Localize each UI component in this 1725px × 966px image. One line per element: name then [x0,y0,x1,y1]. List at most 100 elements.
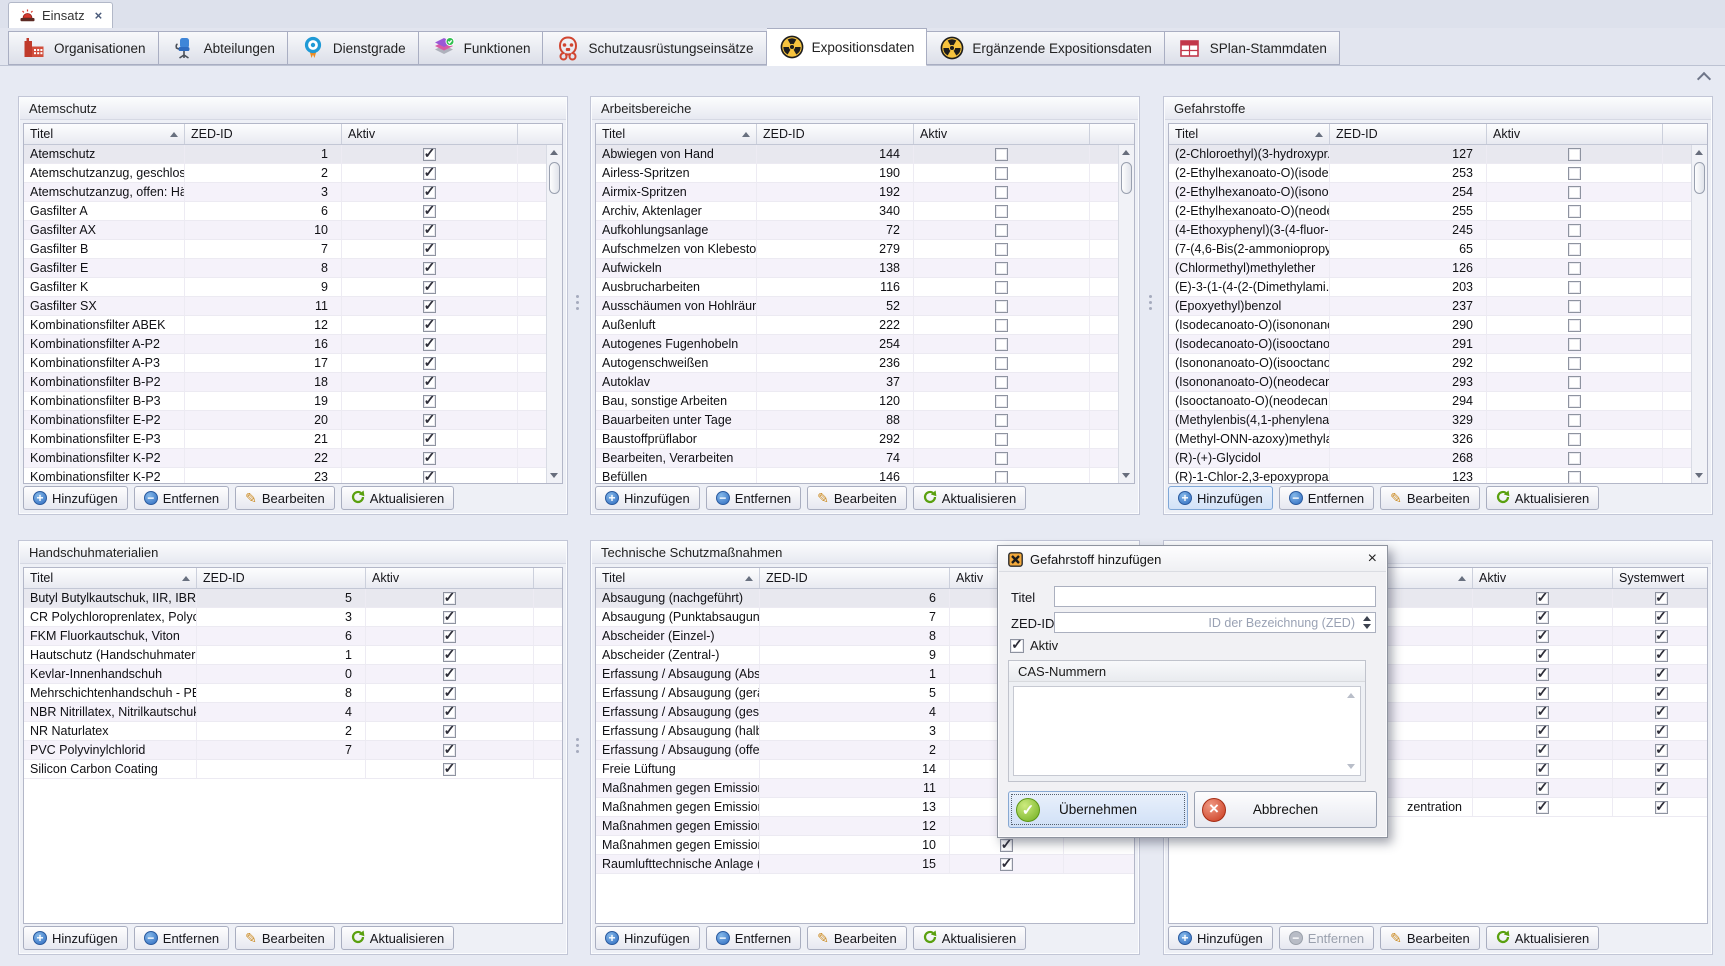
table-row[interactable]: Gasfilter SX11 [24,297,562,316]
table-row[interactable]: Aufschmelzen von Klebestoff279 [596,240,1134,259]
column-header-Aktiv[interactable]: Aktiv [366,568,534,588]
checkbox-checked[interactable] [1655,801,1668,814]
table-row[interactable]: Ausschäumen von Hohlräum...52 [596,297,1134,316]
checkbox[interactable] [1568,300,1581,313]
technische_schutzmassnahmen-remove-button[interactable]: Entfernen [706,926,801,950]
checkbox-checked[interactable] [1536,611,1549,624]
splan_panel-refresh-button[interactable]: Aktualisieren [1486,926,1599,950]
table-row[interactable]: Silicon Carbon Coating [24,760,562,779]
table-row[interactable]: (2-Chloroethyl)(3-hydroxypr...127 [1169,145,1707,164]
close-tab-icon[interactable] [95,8,103,23]
checkbox-checked[interactable] [423,376,436,389]
checkbox-checked[interactable] [443,630,456,643]
tab-funktionen[interactable]: Funktionen [419,31,544,65]
checkbox[interactable] [995,319,1008,332]
table-row[interactable]: Autogenschweißen236 [596,354,1134,373]
checkbox-checked[interactable] [423,319,436,332]
apply-button[interactable]: Übernehmen [1008,791,1188,828]
dialog-close-icon[interactable] [1368,551,1377,567]
checkbox-checked[interactable] [443,706,456,719]
table-row[interactable]: Kombinationsfilter A-P317 [24,354,562,373]
cancel-button[interactable]: Abbrechen [1194,791,1377,828]
checkbox-checked[interactable] [1655,611,1668,624]
table-row[interactable]: (2-Ethylhexanoato-O)(isono...254 [1169,183,1707,202]
checkbox[interactable] [1568,224,1581,237]
vertical-scrollbar[interactable] [1691,145,1707,483]
column-header-Titel[interactable]: Titel [24,124,185,144]
table-row[interactable]: CR Polychloroprenlatex, Polyc...3 [24,608,562,627]
checkbox-checked[interactable] [423,262,436,275]
technische_schutzmassnahmen-edit-button[interactable]: Bearbeiten [807,926,907,950]
column-header-ZED-ID[interactable]: ZED-ID [1330,124,1487,144]
technische_schutzmassnahmen-add-button[interactable]: Hinzufügen [595,926,700,950]
table-row[interactable]: Kevlar-Innenhandschuh0 [24,665,562,684]
checkbox-checked[interactable] [423,224,436,237]
table-row[interactable]: Aufwickeln138 [596,259,1134,278]
column-header-Aktiv[interactable]: Aktiv [342,124,518,144]
gefahrstoffe-refresh-button[interactable]: Aktualisieren [1486,486,1599,510]
table-row[interactable]: Kombinationsfilter E-P220 [24,411,562,430]
table-row[interactable]: Archiv, Aktenlager340 [596,202,1134,221]
table-row[interactable]: Kombinationsfilter A-P216 [24,335,562,354]
table-row[interactable]: Atemschutzanzug, offen: Hä...3 [24,183,562,202]
arbeitsbereiche-edit-button[interactable]: Bearbeiten [807,486,907,510]
tab-schutzausruestungseinsaetze[interactable]: Schutzausrüstungseinsätze [543,31,766,65]
splan_panel-add-button[interactable]: Hinzufügen [1168,926,1273,950]
checkbox[interactable] [1568,338,1581,351]
table-row[interactable]: (E)-3-(1-(4-(2-(Dimethylami...203 [1169,278,1707,297]
gefahrstoffe-remove-button[interactable]: Entfernen [1279,486,1374,510]
vertical-scrollbar[interactable] [1118,145,1134,483]
spinner-up-icon[interactable] [1363,616,1371,621]
checkbox[interactable] [1568,281,1581,294]
table-row[interactable]: Kombinationsfilter K-P222 [24,449,562,468]
checkbox[interactable] [995,414,1008,427]
checkbox-checked[interactable] [1655,706,1668,719]
checkbox-checked[interactable] [423,300,436,313]
checkbox-checked[interactable] [1536,744,1549,757]
checkbox-checked[interactable] [423,433,436,446]
scrollbar-thumb[interactable] [1694,162,1705,194]
column-header-ZED-ID[interactable]: ZED-ID [757,124,914,144]
checkbox-checked[interactable] [443,744,456,757]
checkbox-checked[interactable] [1000,839,1013,852]
column-header-Titel[interactable]: Titel [1169,124,1330,144]
checkbox[interactable] [995,338,1008,351]
table-row[interactable]: FKM Fluorkautschuk, Viton6 [24,627,562,646]
checkbox[interactable] [995,262,1008,275]
tab-dienstgrade[interactable]: Dienstgrade [288,31,419,65]
table-row[interactable]: Gasfilter B7 [24,240,562,259]
aktiv-checkbox[interactable] [1010,639,1024,653]
scroll-up-icon[interactable] [1122,150,1130,155]
checkbox[interactable] [1568,205,1581,218]
checkbox[interactable] [995,395,1008,408]
column-header-Titel[interactable]: Titel [596,568,760,588]
checkbox[interactable] [995,452,1008,465]
checkbox-checked[interactable] [423,338,436,351]
atemschutz-refresh-button[interactable]: Aktualisieren [341,486,454,510]
checkbox-checked[interactable] [423,186,436,199]
table-row[interactable]: Kombinationsfilter E-P321 [24,430,562,449]
table-row[interactable]: Autoklav37 [596,373,1134,392]
scrollbar-thumb[interactable] [1121,162,1132,194]
table-row[interactable]: NR Naturlatex2 [24,722,562,741]
zed-id-spinner[interactable] [1360,613,1373,632]
atemschutz-edit-button[interactable]: Bearbeiten [235,486,335,510]
table-row[interactable]: Atemschutzanzug, geschloss...2 [24,164,562,183]
spinner-down-icon[interactable] [1363,624,1371,629]
arbeitsbereiche-add-button[interactable]: Hinzufügen [595,486,700,510]
table-row[interactable]: Kombinationsfilter K-P223 [24,468,562,484]
tab-ergaenzende-expositionsdaten[interactable]: Ergänzende Expositionsdaten [927,31,1164,65]
checkbox-checked[interactable] [1655,744,1668,757]
checkbox-checked[interactable] [423,452,436,465]
table-row[interactable]: Raumlufttechnische Anlage (...15 [596,855,1134,874]
checkbox-checked[interactable] [1536,763,1549,776]
table-row[interactable]: (R)-(+)-Glycidol268 [1169,449,1707,468]
document-tab-einsatz[interactable]: Einsatz [8,2,113,28]
splitter-grip[interactable] [576,738,579,741]
checkbox[interactable] [1568,414,1581,427]
checkbox-checked[interactable] [1655,725,1668,738]
checkbox-checked[interactable] [1655,668,1668,681]
checkbox[interactable] [995,148,1008,161]
table-row[interactable]: (Methylenbis(4,1-phenylenaz...329 [1169,411,1707,430]
arbeitsbereiche-remove-button[interactable]: Entfernen [706,486,801,510]
